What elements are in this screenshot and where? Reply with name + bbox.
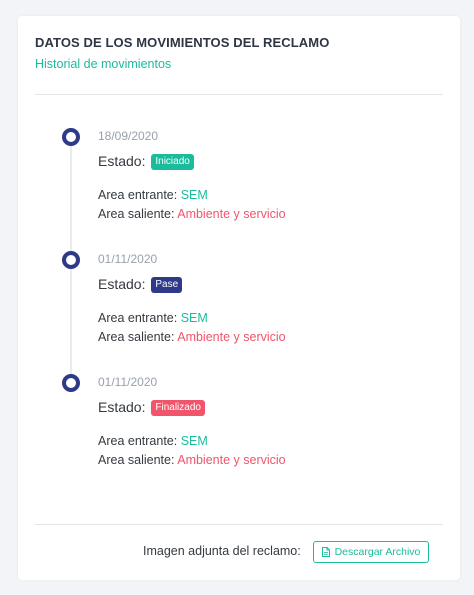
area-saliente-label: Area saliente: [98, 453, 175, 467]
area-saliente-row: Area saliente: Ambiente y servicio [98, 207, 286, 221]
download-button-label: Descargar Archivo [334, 546, 421, 558]
area-entrante-value: SEM [180, 188, 208, 202]
timeline-item: 01/11/2020 Estado: Finalizado Area entra… [18, 374, 460, 485]
movements-card: DATOS DE LOS MOVIMIENTOS DEL RECLAMO His… [18, 16, 460, 580]
area-entrante-value: SEM [180, 311, 208, 325]
area-saliente-value: Ambiente y servicio [177, 207, 286, 221]
area-entrante-label: Area entrante: [98, 311, 178, 325]
estado-row: Estado: Iniciado [98, 153, 194, 170]
timeline-date: 01/11/2020 [98, 252, 158, 266]
area-saliente-row: Area saliente: Ambiente y servicio [98, 453, 286, 467]
file-icon [321, 547, 330, 557]
area-saliente-value: Ambiente y servicio [177, 330, 286, 344]
timeline-date: 01/11/2020 [98, 375, 158, 389]
status-badge: Pase [151, 277, 183, 293]
estado-row: Estado: Pase [98, 276, 183, 293]
download-file-button[interactable]: Descargar Archivo [313, 541, 429, 563]
status-badge: Iniciado [151, 154, 194, 170]
area-entrante-label: Area entrante: [98, 188, 178, 202]
header-divider [35, 94, 443, 95]
timeline-dot-icon [62, 251, 80, 269]
area-entrante-row: Area entrante: SEM [98, 434, 208, 448]
status-badge: Finalizado [151, 400, 205, 416]
area-entrante-value: SEM [180, 434, 208, 448]
estado-row: Estado: Finalizado [98, 399, 205, 416]
area-saliente-label: Area saliente: [98, 207, 175, 221]
timeline-dot-icon [62, 128, 80, 146]
area-saliente-value: Ambiente y servicio [177, 453, 286, 467]
area-entrante-row: Area entrante: SEM [98, 311, 208, 325]
area-entrante-label: Area entrante: [98, 434, 178, 448]
timeline-item: 01/11/2020 Estado: Pase Area entrante: S… [18, 251, 460, 362]
card-subtitle: Historial de movimientos [35, 57, 172, 71]
timeline-date: 18/09/2020 [98, 129, 159, 143]
footer-divider [35, 524, 443, 525]
attachment-label: Imagen adjunta del reclamo: [143, 544, 301, 558]
card-title: DATOS DE LOS MOVIMIENTOS DEL RECLAMO [35, 35, 330, 50]
area-saliente-row: Area saliente: Ambiente y servicio [98, 330, 286, 344]
estado-label: Estado: [98, 153, 146, 169]
area-saliente-label: Area saliente: [98, 330, 175, 344]
estado-label: Estado: [98, 276, 146, 292]
estado-label: Estado: [98, 399, 146, 415]
timeline-dot-icon [62, 374, 80, 392]
area-entrante-row: Area entrante: SEM [98, 188, 208, 202]
timeline-item: 18/09/2020 Estado: Iniciado Area entrant… [18, 128, 460, 239]
